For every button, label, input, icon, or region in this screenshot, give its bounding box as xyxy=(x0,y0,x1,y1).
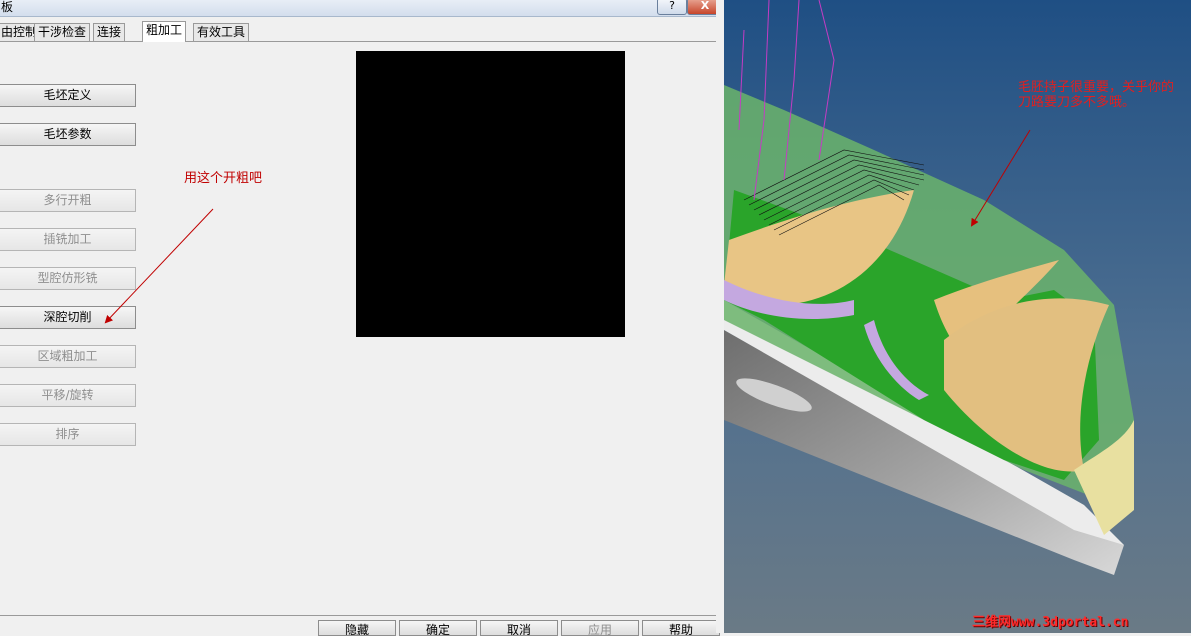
sort-button[interactable]: 排序 xyxy=(0,423,136,446)
tab-tools[interactable]: 有效工具 xyxy=(193,23,250,41)
hide-button[interactable]: 隐藏 xyxy=(318,620,396,636)
tab-strip: 由控制 干涉检查 连接 粗加工 有效工具 xyxy=(0,21,724,42)
cavity-profile-button[interactable]: 型腔仿形铣 xyxy=(0,267,136,290)
window-divider xyxy=(716,0,724,633)
apply-button[interactable]: 应用 xyxy=(561,620,639,636)
multi-row-rough-button[interactable]: 多行开粗 xyxy=(0,189,136,212)
tab-roughing[interactable]: 粗加工 xyxy=(142,21,187,42)
blank-define-button[interactable]: 毛坯定义 xyxy=(0,84,136,107)
watermark: 三维网www.3dportal.cn xyxy=(972,615,1129,630)
viewport-note: 毛胚持子很重要，关乎你的刀路要刀多不多哦。 xyxy=(1018,80,1175,110)
ok-button[interactable]: 确定 xyxy=(399,620,477,636)
blank-params-button[interactable]: 毛坯参数 xyxy=(0,123,136,146)
deep-cavity-button[interactable]: 深腔切削 xyxy=(0,306,136,329)
title-bar[interactable]: 板 ? X xyxy=(0,0,724,17)
cancel-button[interactable]: 取消 xyxy=(480,620,558,636)
dialog-title: 板 xyxy=(1,0,14,14)
area-rough-button[interactable]: 区域粗加工 xyxy=(0,345,136,368)
dialog-window: 板 ? X 由控制 干涉检查 连接 粗加工 有效工具 毛坯定义 毛坯参数 多行开… xyxy=(0,0,724,636)
plunge-mill-button[interactable]: 插铣加工 xyxy=(0,228,136,251)
tab-interference[interactable]: 干涉检查 xyxy=(34,23,91,41)
preview-box xyxy=(356,51,625,337)
tab-connect[interactable]: 连接 xyxy=(93,23,126,41)
help-button[interactable]: ? xyxy=(657,0,687,15)
translate-rotate-button[interactable]: 平移/旋转 xyxy=(0,384,136,407)
annotation-text: 用这个开粗吧 xyxy=(184,171,263,186)
help-bottom-button[interactable]: 帮助 xyxy=(642,620,720,636)
